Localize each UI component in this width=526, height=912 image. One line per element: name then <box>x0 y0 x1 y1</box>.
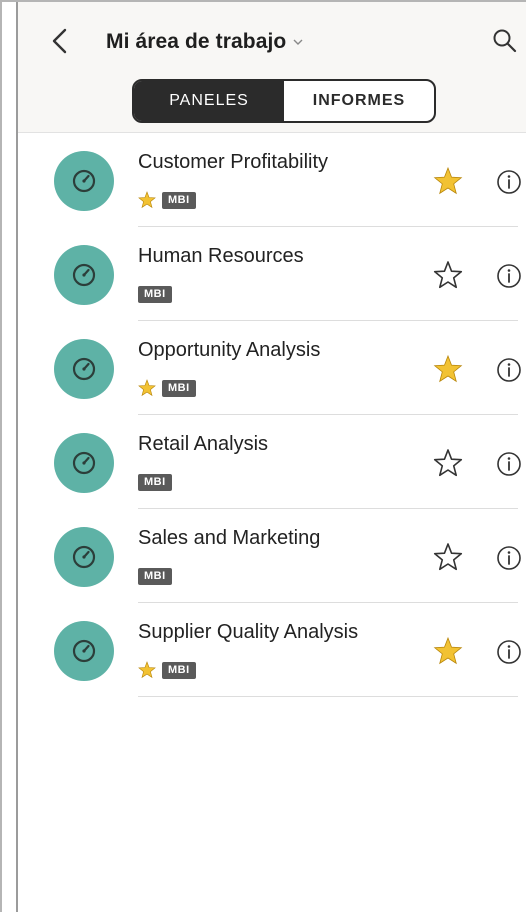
mbi-badge: MBI <box>162 191 196 209</box>
top-bar: Mi área de trabajo PANELES INFORMES <box>18 2 526 133</box>
dashboard-title: Sales and Marketing <box>138 527 321 549</box>
back-chevron-icon[interactable] <box>48 26 72 56</box>
gauge-icon <box>54 527 114 587</box>
gauge-icon <box>54 339 114 399</box>
info-icon[interactable] <box>496 169 522 195</box>
mbi-badge: MBI <box>162 661 196 679</box>
info-icon[interactable] <box>496 451 522 477</box>
page-title: Mi área de trabajo <box>106 30 287 53</box>
dashboard-meta: MBI <box>138 473 172 491</box>
tab-paneles[interactable]: PANELES <box>134 81 284 121</box>
info-icon[interactable] <box>496 357 522 383</box>
gauge-icon <box>54 245 114 305</box>
dashboard-row[interactable]: Retail Analysis MBI <box>18 415 526 509</box>
gauge-icon <box>54 151 114 211</box>
tab-informes[interactable]: INFORMES <box>284 81 434 121</box>
gauge-icon <box>54 621 114 681</box>
mbi-badge: MBI <box>138 567 172 585</box>
view-toggle: PANELES INFORMES <box>132 79 436 123</box>
dashboard-meta: MBI <box>138 567 172 585</box>
mbi-badge: MBI <box>138 285 172 303</box>
dashboard-row[interactable]: Customer Profitability MBI <box>18 133 526 227</box>
dashboard-title: Supplier Quality Analysis <box>138 621 359 643</box>
favorite-toggle-star-icon[interactable] <box>432 541 464 573</box>
mbi-badge: MBI <box>138 473 172 491</box>
dashboard-title: Opportunity Analysis <box>138 339 321 361</box>
mbi-badge: MBI <box>162 379 196 397</box>
dashboard-row[interactable]: Opportunity Analysis MBI <box>18 321 526 415</box>
dashboard-title: Retail Analysis <box>138 433 269 455</box>
workspace-selector[interactable]: Mi área de trabajo <box>106 26 304 58</box>
favorite-toggle-star-icon[interactable] <box>432 447 464 479</box>
favorite-toggle-star-icon[interactable] <box>432 259 464 291</box>
dashboard-row[interactable]: Supplier Quality Analysis MBI <box>18 603 526 697</box>
favorite-toggle-star-icon[interactable] <box>432 353 464 385</box>
dashboard-meta: MBI <box>138 285 172 303</box>
row-divider <box>138 696 518 697</box>
dashboard-title: Human Resources <box>138 245 304 267</box>
info-icon[interactable] <box>496 639 522 665</box>
favorite-star-icon <box>138 661 156 679</box>
dashboard-row[interactable]: Human Resources MBI <box>18 227 526 321</box>
dashboard-meta: MBI <box>138 191 196 209</box>
favorite-star-icon <box>138 191 156 209</box>
search-icon[interactable] <box>492 28 518 54</box>
chevron-down-icon <box>293 39 303 45</box>
info-icon[interactable] <box>496 545 522 571</box>
favorite-toggle-star-icon[interactable] <box>432 635 464 667</box>
dashboard-row[interactable]: Sales and Marketing MBI <box>18 509 526 603</box>
app-frame: Mi área de trabajo PANELES INFORMES Cust… <box>0 0 526 912</box>
gauge-icon <box>54 433 114 493</box>
dashboard-meta: MBI <box>138 661 196 679</box>
favorite-toggle-star-icon[interactable] <box>432 165 464 197</box>
favorite-star-icon <box>138 379 156 397</box>
dashboard-list: Customer Profitability MBI Human Resources… <box>18 133 526 697</box>
info-icon[interactable] <box>496 263 522 289</box>
dashboard-meta: MBI <box>138 379 196 397</box>
dashboard-title: Customer Profitability <box>138 151 329 173</box>
